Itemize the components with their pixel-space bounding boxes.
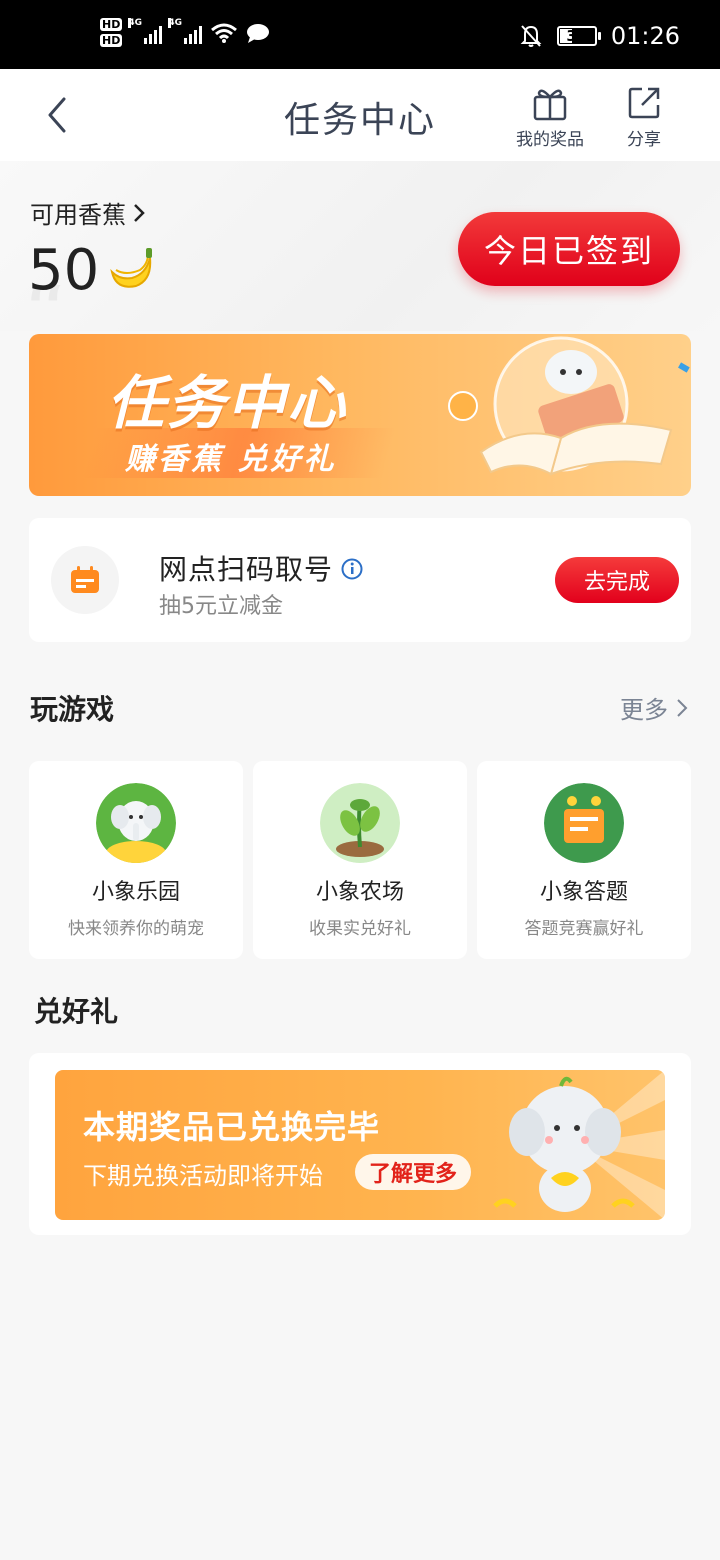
banana-balance: 50: [28, 238, 100, 303]
share-label: 分享: [627, 130, 661, 150]
share-icon: [628, 87, 660, 119]
battery-icon: 35: [556, 26, 601, 46]
exchange-section-title: 兑好礼: [34, 995, 119, 1028]
banner-title: 任务中心: [107, 369, 348, 437]
battery-level: 35: [566, 27, 588, 45]
exchange-card: 本期奖品已兑换完毕 下期兑换活动即将开始 了解更多: [29, 1053, 691, 1235]
game-name: 小象农场: [315, 880, 404, 905]
page-title: 任务中心: [283, 100, 436, 141]
chevron-right-icon: [677, 698, 688, 717]
chevron-right-icon: [134, 203, 145, 222]
elephant-quiz-icon: [544, 783, 624, 863]
banana-icon: [110, 248, 152, 288]
game-description: 快来领养你的萌宠: [68, 919, 204, 939]
game-card-elephant-park[interactable]: 小象乐园 快来领养你的萌宠: [29, 761, 243, 959]
game-description: 答题竞赛赢好礼: [524, 919, 644, 939]
available-bananas-link[interactable]: 可用香蕉: [30, 195, 146, 230]
status-right: 35 01:26: [519, 22, 680, 50]
complete-task-button[interactable]: 去完成: [555, 557, 679, 603]
exchange-banner-title: 本期奖品已兑换完毕: [83, 1108, 381, 1146]
game-card-elephant-farm[interactable]: 小象农场 收果实兑好礼: [253, 761, 467, 959]
exchange-banner[interactable]: 本期奖品已兑换完毕 下期兑换活动即将开始 了解更多: [55, 1070, 665, 1220]
banner-illustration: [448, 336, 690, 476]
learn-more-button[interactable]: 了解更多: [355, 1154, 472, 1190]
task-title: 网点扫码取号: [159, 553, 334, 586]
signal-icon-1: 4G: [128, 17, 163, 44]
game-name: 小象乐园: [91, 880, 180, 905]
game-name: 小象答题: [539, 880, 628, 905]
more-label: 更多: [620, 696, 668, 724]
game-description: 收果实兑好礼: [309, 919, 411, 939]
status-time: 01:26: [610, 22, 680, 50]
banner-subtitle: 赚香蕉 兑好礼: [125, 442, 337, 477]
more-games-link[interactable]: 更多: [620, 690, 688, 725]
share-button[interactable]: 分享: [626, 85, 662, 150]
game-card-elephant-quiz[interactable]: 小象答题 答题竞赛赢好礼: [477, 761, 691, 959]
games-section-title: 玩游戏: [30, 693, 115, 726]
elephant-park-icon: [96, 783, 176, 863]
exchange-banner-subtitle: 下期兑换活动即将开始: [83, 1162, 323, 1190]
network-type-1: 4G: [128, 17, 142, 28]
gift-icon: [533, 89, 567, 121]
status-bar: HD HD 4G 4G 35 01:26: [0, 0, 720, 69]
message-icon: [247, 23, 270, 43]
task-icon-container: [51, 546, 119, 614]
hd-badge-1: HD: [100, 18, 123, 31]
task-subtitle: 抽5元立减金: [159, 594, 283, 619]
network-type-2: 4G: [168, 17, 182, 28]
signal-icon-2: 4G: [168, 17, 203, 44]
my-prizes-button[interactable]: 我的奖品: [516, 85, 584, 150]
elephant-farm-icon: [320, 783, 400, 863]
hd-indicators: HD HD: [100, 18, 123, 47]
calendar-icon: [71, 566, 99, 593]
mute-notification-icon: [520, 25, 542, 47]
hd-badge-2: HD: [100, 34, 123, 47]
task-card: 网点扫码取号 抽5元立减金 去完成: [29, 518, 691, 642]
available-bananas-label: 可用香蕉: [30, 201, 126, 229]
exchange-illustration: [493, 1070, 665, 1220]
my-prizes-label: 我的奖品: [516, 130, 584, 150]
info-icon[interactable]: [341, 558, 363, 580]
wifi-icon: [211, 23, 238, 43]
task-center-banner[interactable]: 任务中心 赚香蕉 兑好礼: [29, 334, 691, 496]
status-left: HD HD 4G 4G: [100, 17, 270, 47]
nav-header: 任务中心 我的奖品 分享: [0, 69, 720, 161]
checkin-button[interactable]: 今日已签到: [458, 212, 680, 286]
